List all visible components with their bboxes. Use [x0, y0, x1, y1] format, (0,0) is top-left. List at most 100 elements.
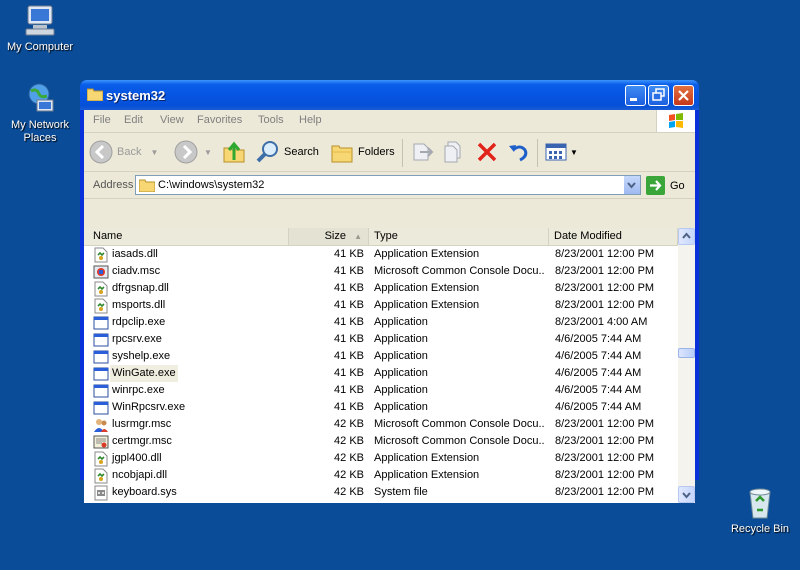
close-icon — [678, 90, 689, 101]
file-date: 8/23/2001 12:00 PM — [555, 248, 655, 260]
file-name: WinRpcsrv.exe — [112, 401, 186, 413]
delete-button[interactable] — [475, 139, 499, 165]
close-button[interactable] — [673, 85, 694, 106]
search-button[interactable]: Search — [256, 139, 319, 165]
application-icon — [93, 383, 109, 399]
file-row[interactable]: iasads.dll 41 KB Application Extension 8/23… — [84, 246, 678, 263]
toolbar: Back ▼ ▼ Search Folders ▼ — [84, 133, 695, 172]
vertical-scrollbar[interactable] — [678, 228, 695, 503]
up-folder-button[interactable] — [222, 139, 246, 165]
column-name[interactable]: Name — [84, 228, 289, 245]
file-type: Application — [374, 333, 428, 345]
views-dropdown-icon: ▼ — [570, 147, 578, 157]
back-arrow-icon — [89, 140, 113, 164]
file-row[interactable]: keyboard.sys 42 KB System file 8/23/2001 12… — [84, 484, 678, 501]
file-name: rdpclip.exe — [112, 316, 166, 328]
file-date: 8/23/2001 12:00 PM — [555, 469, 655, 481]
file-date: 8/23/2001 4:00 AM — [555, 316, 648, 328]
file-name: WinGate.exe — [110, 365, 178, 382]
console-file-icon — [93, 264, 109, 280]
file-size: 41 KB — [334, 333, 364, 345]
column-type[interactable]: Type — [369, 228, 549, 245]
file-name: iasads.dll — [112, 248, 158, 260]
scroll-thumb[interactable] — [678, 348, 695, 358]
file-type: Application — [374, 316, 428, 328]
file-date: 8/23/2001 12:00 PM — [555, 418, 655, 430]
file-row[interactable]: rpcsrv.exe 41 KB Application 4/6/2005 7:44 … — [84, 331, 678, 348]
column-size[interactable]: Size ▲ — [289, 228, 369, 245]
column-date[interactable]: Date Modified — [549, 228, 678, 245]
file-type: System file — [374, 486, 428, 498]
file-row[interactable]: dfrgsnap.dll 41 KB Application Extension 8/… — [84, 280, 678, 297]
file-row[interactable]: certmgr.msc 42 KB Microsoft Common Console… — [84, 433, 678, 450]
maximize-button[interactable] — [648, 85, 669, 106]
title-bar[interactable]: system32 — [80, 80, 699, 110]
minimize-button[interactable] — [625, 85, 646, 106]
my-computer-desktop-icon[interactable]: My Computer — [0, 4, 80, 54]
views-button[interactable]: ▼ — [544, 139, 578, 165]
file-type: Application Extension — [374, 469, 480, 481]
file-list: Name Size ▲ Type Date Modified iasads.dl… — [84, 228, 695, 503]
address-input[interactable]: C:\windows\system32 — [135, 175, 641, 195]
file-row[interactable]: ncobjapi.dll 42 KB Application Extension 8/… — [84, 467, 678, 484]
file-type: Microsoft Common Console Docu... — [374, 435, 544, 447]
my-network-places-label: My Network Places — [10, 119, 70, 144]
application-icon — [93, 332, 109, 348]
file-row[interactable]: WinRpcsrv.exe 41 KB Application 4/6/2005 7:… — [84, 399, 678, 416]
file-name: jgpl400.dll — [112, 452, 162, 464]
recycle-bin-desktop-icon[interactable]: Recycle Bin — [720, 486, 800, 536]
file-row[interactable]: lusrmgr.msc 42 KB Microsoft Common Console… — [84, 416, 678, 433]
copy-to-button[interactable] — [442, 139, 466, 165]
menu-tools[interactable]: Tools — [258, 114, 284, 126]
undo-button[interactable] — [506, 139, 530, 165]
menu-favorites[interactable]: Favorites — [197, 114, 242, 126]
scroll-up-button[interactable] — [678, 228, 695, 245]
file-size: 42 KB — [334, 469, 364, 481]
search-label: Search — [284, 146, 319, 158]
column-type-label: Type — [374, 230, 398, 242]
menu-view[interactable]: View — [160, 114, 184, 126]
column-size-label: Size — [324, 230, 346, 242]
back-button[interactable]: Back ▼ — [89, 139, 158, 165]
dll-file-icon — [93, 281, 109, 297]
file-size: 41 KB — [334, 401, 364, 413]
file-size: 42 KB — [334, 486, 364, 498]
file-size: 41 KB — [334, 384, 364, 396]
scroll-down-button[interactable] — [678, 486, 695, 503]
file-size: 41 KB — [334, 299, 364, 311]
address-dropdown-button[interactable] — [623, 176, 640, 194]
folders-icon — [331, 145, 353, 163]
application-icon — [93, 366, 109, 382]
toolbar-separator — [402, 139, 403, 167]
menu-help[interactable]: Help — [299, 114, 322, 126]
chevron-down-icon — [682, 492, 691, 499]
certificate-console-icon — [93, 434, 109, 450]
file-date: 8/23/2001 12:00 PM — [555, 282, 655, 294]
forward-button[interactable]: ▼ — [174, 139, 212, 165]
file-row[interactable]: winrpc.exe 41 KB Application 4/6/2005 7:44 … — [84, 382, 678, 399]
menu-file[interactable]: File — [93, 114, 111, 126]
file-row[interactable]: rdpclip.exe 41 KB Application 8/23/2001 4:0… — [84, 314, 678, 331]
forward-arrow-icon — [174, 140, 198, 164]
file-size: 41 KB — [334, 248, 364, 260]
folders-button[interactable]: Folders — [330, 139, 395, 165]
file-size: 41 KB — [334, 350, 364, 362]
file-name: dfrgsnap.dll — [112, 282, 169, 294]
file-name: syshelp.exe — [112, 350, 171, 362]
file-type: Microsoft Common Console Docu... — [374, 418, 544, 430]
go-button[interactable]: Go — [646, 176, 685, 195]
file-type: Microsoft Common Console Docu... — [374, 265, 544, 277]
file-type: Application Extension — [374, 299, 480, 311]
file-row[interactable]: syshelp.exe 41 KB Application 4/6/2005 7:44… — [84, 348, 678, 365]
windows-logo — [656, 110, 695, 132]
my-network-places-desktop-icon[interactable]: My Network Places — [0, 82, 80, 145]
menu-edit[interactable]: Edit — [124, 114, 143, 126]
file-size: 42 KB — [334, 452, 364, 464]
file-row[interactable]: WinGate.exe 41 KB Application 4/6/2005 7:44… — [84, 365, 678, 382]
chevron-up-icon — [682, 232, 691, 239]
move-to-button[interactable] — [410, 139, 434, 165]
recycle-bin-icon — [749, 488, 771, 519]
file-row[interactable]: ciadv.msc 41 KB Microsoft Common Console D… — [84, 263, 678, 280]
file-row[interactable]: jgpl400.dll 42 KB Application Extension 8/2… — [84, 450, 678, 467]
file-row[interactable]: msports.dll 41 KB Application Extension 8/2… — [84, 297, 678, 314]
